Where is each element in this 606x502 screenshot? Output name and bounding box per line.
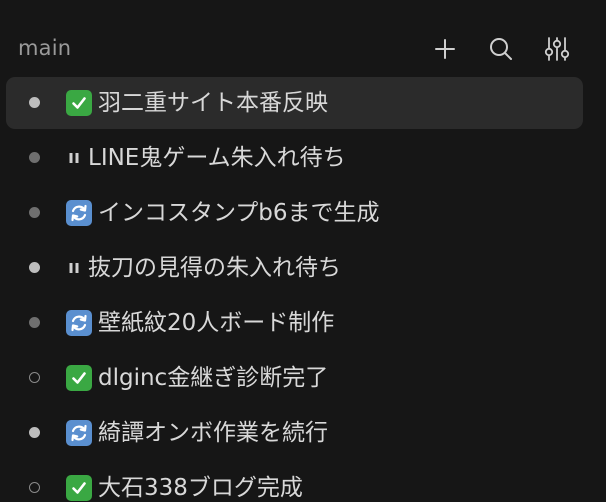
check-mark-button-icon	[66, 365, 92, 391]
status-dot	[29, 427, 40, 438]
task-label: 羽二重サイト本番反映	[98, 90, 328, 116]
task-label: 壁紙紋20人ボード制作	[98, 310, 335, 336]
sliders-icon	[544, 37, 570, 61]
status-dot	[29, 97, 40, 108]
task-label: LINE鬼ゲーム朱入れ待ち	[88, 145, 346, 171]
task-panel: main 羽二重サイト本番反映 LINE鬼ゲーム朱入れ待ち インコスタンプb6ま…	[0, 0, 606, 502]
plus-icon	[435, 39, 455, 59]
task-row[interactable]: 綺譚オンボ作業を続行	[6, 407, 583, 459]
task-row[interactable]: dlginc金継ぎ診断完了	[6, 352, 583, 404]
task-list: 羽二重サイト本番反映 LINE鬼ゲーム朱入れ待ち インコスタンプb6まで生成 抜…	[6, 77, 583, 502]
status-dot	[29, 152, 40, 163]
status-dot	[29, 207, 40, 218]
search-button[interactable]	[484, 34, 518, 64]
task-label: 抜刀の見得の朱入れ待ち	[88, 255, 341, 281]
panel-header: main	[0, 22, 606, 76]
anticlockwise-arrows-icon	[66, 310, 92, 336]
task-row[interactable]: インコスタンプb6まで生成	[6, 187, 583, 239]
status-dot	[29, 372, 40, 383]
task-row[interactable]: 羽二重サイト本番反映	[6, 77, 583, 129]
task-row[interactable]: 抜刀の見得の朱入れ待ち	[6, 242, 583, 294]
task-row[interactable]: 壁紙紋20人ボード制作	[6, 297, 583, 349]
status-dot	[29, 482, 40, 493]
filter-button[interactable]	[540, 34, 574, 64]
task-label: 大石338ブログ完成	[98, 475, 303, 501]
task-label: 綺譚オンボ作業を続行	[98, 420, 328, 446]
pause-icon	[67, 255, 81, 281]
anticlockwise-arrows-icon	[66, 420, 92, 446]
search-icon	[490, 38, 512, 60]
anticlockwise-arrows-icon	[66, 200, 92, 226]
add-button[interactable]	[428, 34, 462, 64]
task-label: インコスタンプb6まで生成	[98, 200, 380, 226]
task-row[interactable]: 大石338ブログ完成	[6, 462, 583, 502]
check-mark-button-icon	[66, 475, 92, 501]
task-label: dlginc金継ぎ診断完了	[98, 365, 329, 391]
status-dot	[29, 262, 40, 273]
check-mark-button-icon	[66, 90, 92, 116]
branch-title: main	[18, 36, 72, 60]
pause-icon	[67, 145, 81, 171]
task-row[interactable]: LINE鬼ゲーム朱入れ待ち	[6, 132, 583, 184]
status-dot	[29, 317, 40, 328]
